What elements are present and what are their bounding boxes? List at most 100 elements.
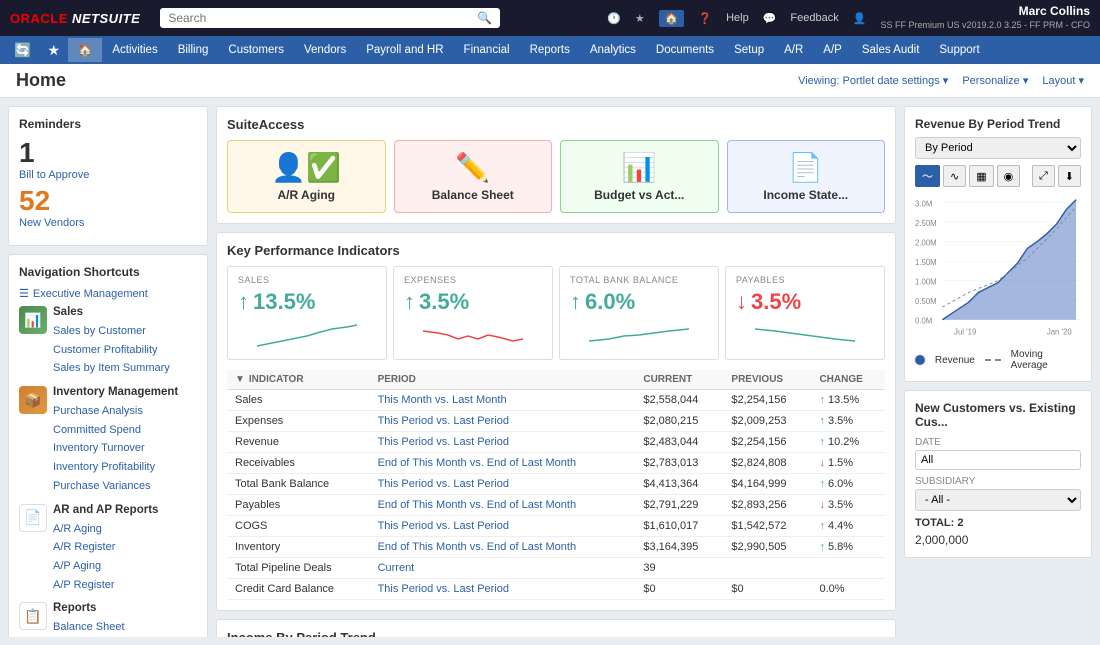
inventory-profitability[interactable]: Inventory Profitability	[53, 458, 178, 477]
ar-aging[interactable]: A/R Aging	[53, 520, 158, 539]
customer-profitability[interactable]: Customer Profitability	[53, 341, 170, 360]
nav-vendors[interactable]: Vendors	[294, 39, 356, 61]
th-period[interactable]: PERIOD	[370, 370, 636, 390]
subsidiary-select[interactable]: - All -	[915, 489, 1081, 511]
home-icon[interactable]: 🏠	[659, 10, 685, 27]
search-box[interactable]: 🔍	[160, 8, 500, 28]
nav-payroll[interactable]: Payroll and HR	[356, 39, 453, 61]
kpi-table-body: Sales This Month vs. Last Month $2,558,0…	[227, 390, 885, 600]
help-icon[interactable]: ❓	[698, 12, 712, 25]
nav-activities[interactable]: Activities	[102, 39, 167, 61]
purchase-analysis[interactable]: Purchase Analysis	[53, 402, 178, 421]
nav-customers[interactable]: Customers	[218, 39, 294, 61]
chart-line-btn[interactable]: 〜	[915, 165, 940, 187]
layout-button[interactable]: Layout ▾	[1042, 74, 1084, 87]
nav-reports[interactable]: Reports	[520, 39, 580, 61]
cell-period[interactable]: This Period vs. Last Period	[370, 474, 636, 495]
chat-icon[interactable]: 💬	[763, 12, 777, 25]
balance-sheet-label: Balance Sheet	[432, 188, 514, 202]
suite-card-balance-sheet[interactable]: ✏️ Balance Sheet	[394, 140, 553, 213]
shortcuts-title: Navigation Shortcuts	[19, 265, 197, 279]
sales-shortcut-group: 📊 Sales Sales by Customer Customer Profi…	[19, 306, 197, 378]
viewing-settings[interactable]: Viewing: Portlet date settings ▾	[798, 74, 948, 87]
balance-sheet[interactable]: Balance Sheet	[53, 618, 158, 637]
help-label[interactable]: Help	[726, 12, 749, 24]
nav-ar[interactable]: A/R	[774, 39, 813, 61]
chart-pie-btn[interactable]: ◉	[997, 165, 1021, 187]
vendor-link[interactable]: New Vendors	[19, 217, 84, 229]
th-change[interactable]: CHANGE	[811, 370, 885, 390]
cell-period[interactable]: Current	[370, 558, 636, 579]
sales-by-customer[interactable]: Sales by Customer	[53, 322, 170, 341]
cell-change: ↑ 3.5%	[811, 411, 885, 432]
suite-card-ar-aging[interactable]: 👤✅ A/R Aging	[227, 140, 386, 213]
chart-expand-btn[interactable]: ⤢	[1032, 165, 1055, 187]
nav-sales-audit[interactable]: Sales Audit	[852, 39, 930, 61]
cell-change: ↑ 4.4%	[811, 516, 885, 537]
cell-period[interactable]: This Period vs. Last Period	[370, 516, 636, 537]
th-previous[interactable]: PREVIOUS	[723, 370, 811, 390]
topbar-right: 🕐 ★ 🏠 ❓ Help 💬 Feedback 👤 Marc Collins S…	[607, 4, 1090, 31]
nav-ap[interactable]: A/P	[813, 39, 852, 61]
table-row: COGS This Period vs. Last Period $1,610,…	[227, 516, 885, 537]
kpi-bank-arrow: ↑	[570, 289, 581, 315]
date-input[interactable]	[915, 450, 1081, 470]
nav-support[interactable]: Support	[929, 39, 989, 61]
exec-management-link[interactable]: ☰ Executive Management	[19, 287, 197, 300]
cell-period[interactable]: End of This Month vs. End of Last Month	[370, 453, 636, 474]
suite-card-income[interactable]: 📄 Income State...	[727, 140, 886, 213]
clock-icon[interactable]: 🕐	[607, 12, 621, 25]
search-input[interactable]	[168, 11, 471, 25]
kpi-sales-sparkline	[238, 321, 376, 351]
arap-title: AR and AP Reports	[53, 504, 158, 516]
cell-previous	[723, 558, 811, 579]
committed-spend[interactable]: Committed Spend	[53, 421, 178, 440]
nav-billing[interactable]: Billing	[168, 39, 219, 61]
cell-period[interactable]: End of This Month vs. End of Last Month	[370, 537, 636, 558]
cell-current: $2,783,013	[635, 453, 723, 474]
bill-link[interactable]: Bill to Approve	[19, 169, 89, 181]
suite-card-budget[interactable]: 📊 Budget vs Act...	[560, 140, 719, 213]
nav-documents[interactable]: Documents	[646, 39, 724, 61]
chart-controls: 〜 ∿ ▦ ◉ ⤢ ⬇	[915, 165, 1081, 187]
purchase-variances[interactable]: Purchase Variances	[53, 477, 178, 496]
th-indicator[interactable]: ▼INDICATOR	[227, 370, 370, 390]
cell-indicator: Sales	[227, 390, 370, 411]
cell-previous: $2,990,505	[723, 537, 811, 558]
chart-download-btn[interactable]: ⬇	[1058, 165, 1081, 187]
feedback-label[interactable]: Feedback	[790, 12, 838, 24]
svg-text:Jan '20: Jan '20	[1047, 327, 1073, 336]
search-icon[interactable]: 🔍	[477, 11, 492, 25]
nav-financial[interactable]: Financial	[454, 39, 520, 61]
cell-change: ↓ 3.5%	[811, 495, 885, 516]
table-row: Expenses This Period vs. Last Period $2,…	[227, 411, 885, 432]
cell-period[interactable]: This Month vs. Last Month	[370, 390, 636, 411]
cell-period[interactable]: This Period vs. Last Period	[370, 432, 636, 453]
cell-previous: $2,254,156	[723, 432, 811, 453]
nav-home-icon[interactable]: 🔄	[6, 38, 39, 63]
ap-aging[interactable]: A/P Aging	[53, 557, 158, 576]
th-current[interactable]: CURRENT	[635, 370, 723, 390]
cell-period[interactable]: This Period vs. Last Period	[370, 579, 636, 600]
personalize-button[interactable]: Personalize ▾	[962, 74, 1028, 87]
income-icon: 📄	[788, 151, 823, 184]
nav-home-btn[interactable]: 🏠	[68, 38, 102, 62]
nav-analytics[interactable]: Analytics	[580, 39, 646, 61]
cell-change: ↑ 6.0%	[811, 474, 885, 495]
ap-register[interactable]: A/P Register	[53, 576, 158, 595]
sales-icon: 📊	[19, 306, 47, 334]
user-icon[interactable]: 👤	[853, 12, 867, 25]
ar-register[interactable]: A/R Register	[53, 538, 158, 557]
sales-by-item[interactable]: Sales by Item Summary	[53, 359, 170, 378]
inventory-turnover[interactable]: Inventory Turnover	[53, 439, 178, 458]
nav-star-icon[interactable]: ★	[39, 38, 68, 63]
star-icon[interactable]: ★	[635, 12, 645, 25]
nav-setup[interactable]: Setup	[724, 39, 774, 61]
cell-period[interactable]: This Period vs. Last Period	[370, 411, 636, 432]
chart-bar-btn[interactable]: ▦	[969, 165, 993, 187]
revenue-period-select[interactable]: By Period	[915, 137, 1081, 159]
cell-period[interactable]: End of This Month vs. End of Last Month	[370, 495, 636, 516]
chart-wave-btn[interactable]: ∿	[943, 165, 966, 187]
cell-indicator: Total Pipeline Deals	[227, 558, 370, 579]
ar-aging-label: A/R Aging	[277, 188, 335, 202]
